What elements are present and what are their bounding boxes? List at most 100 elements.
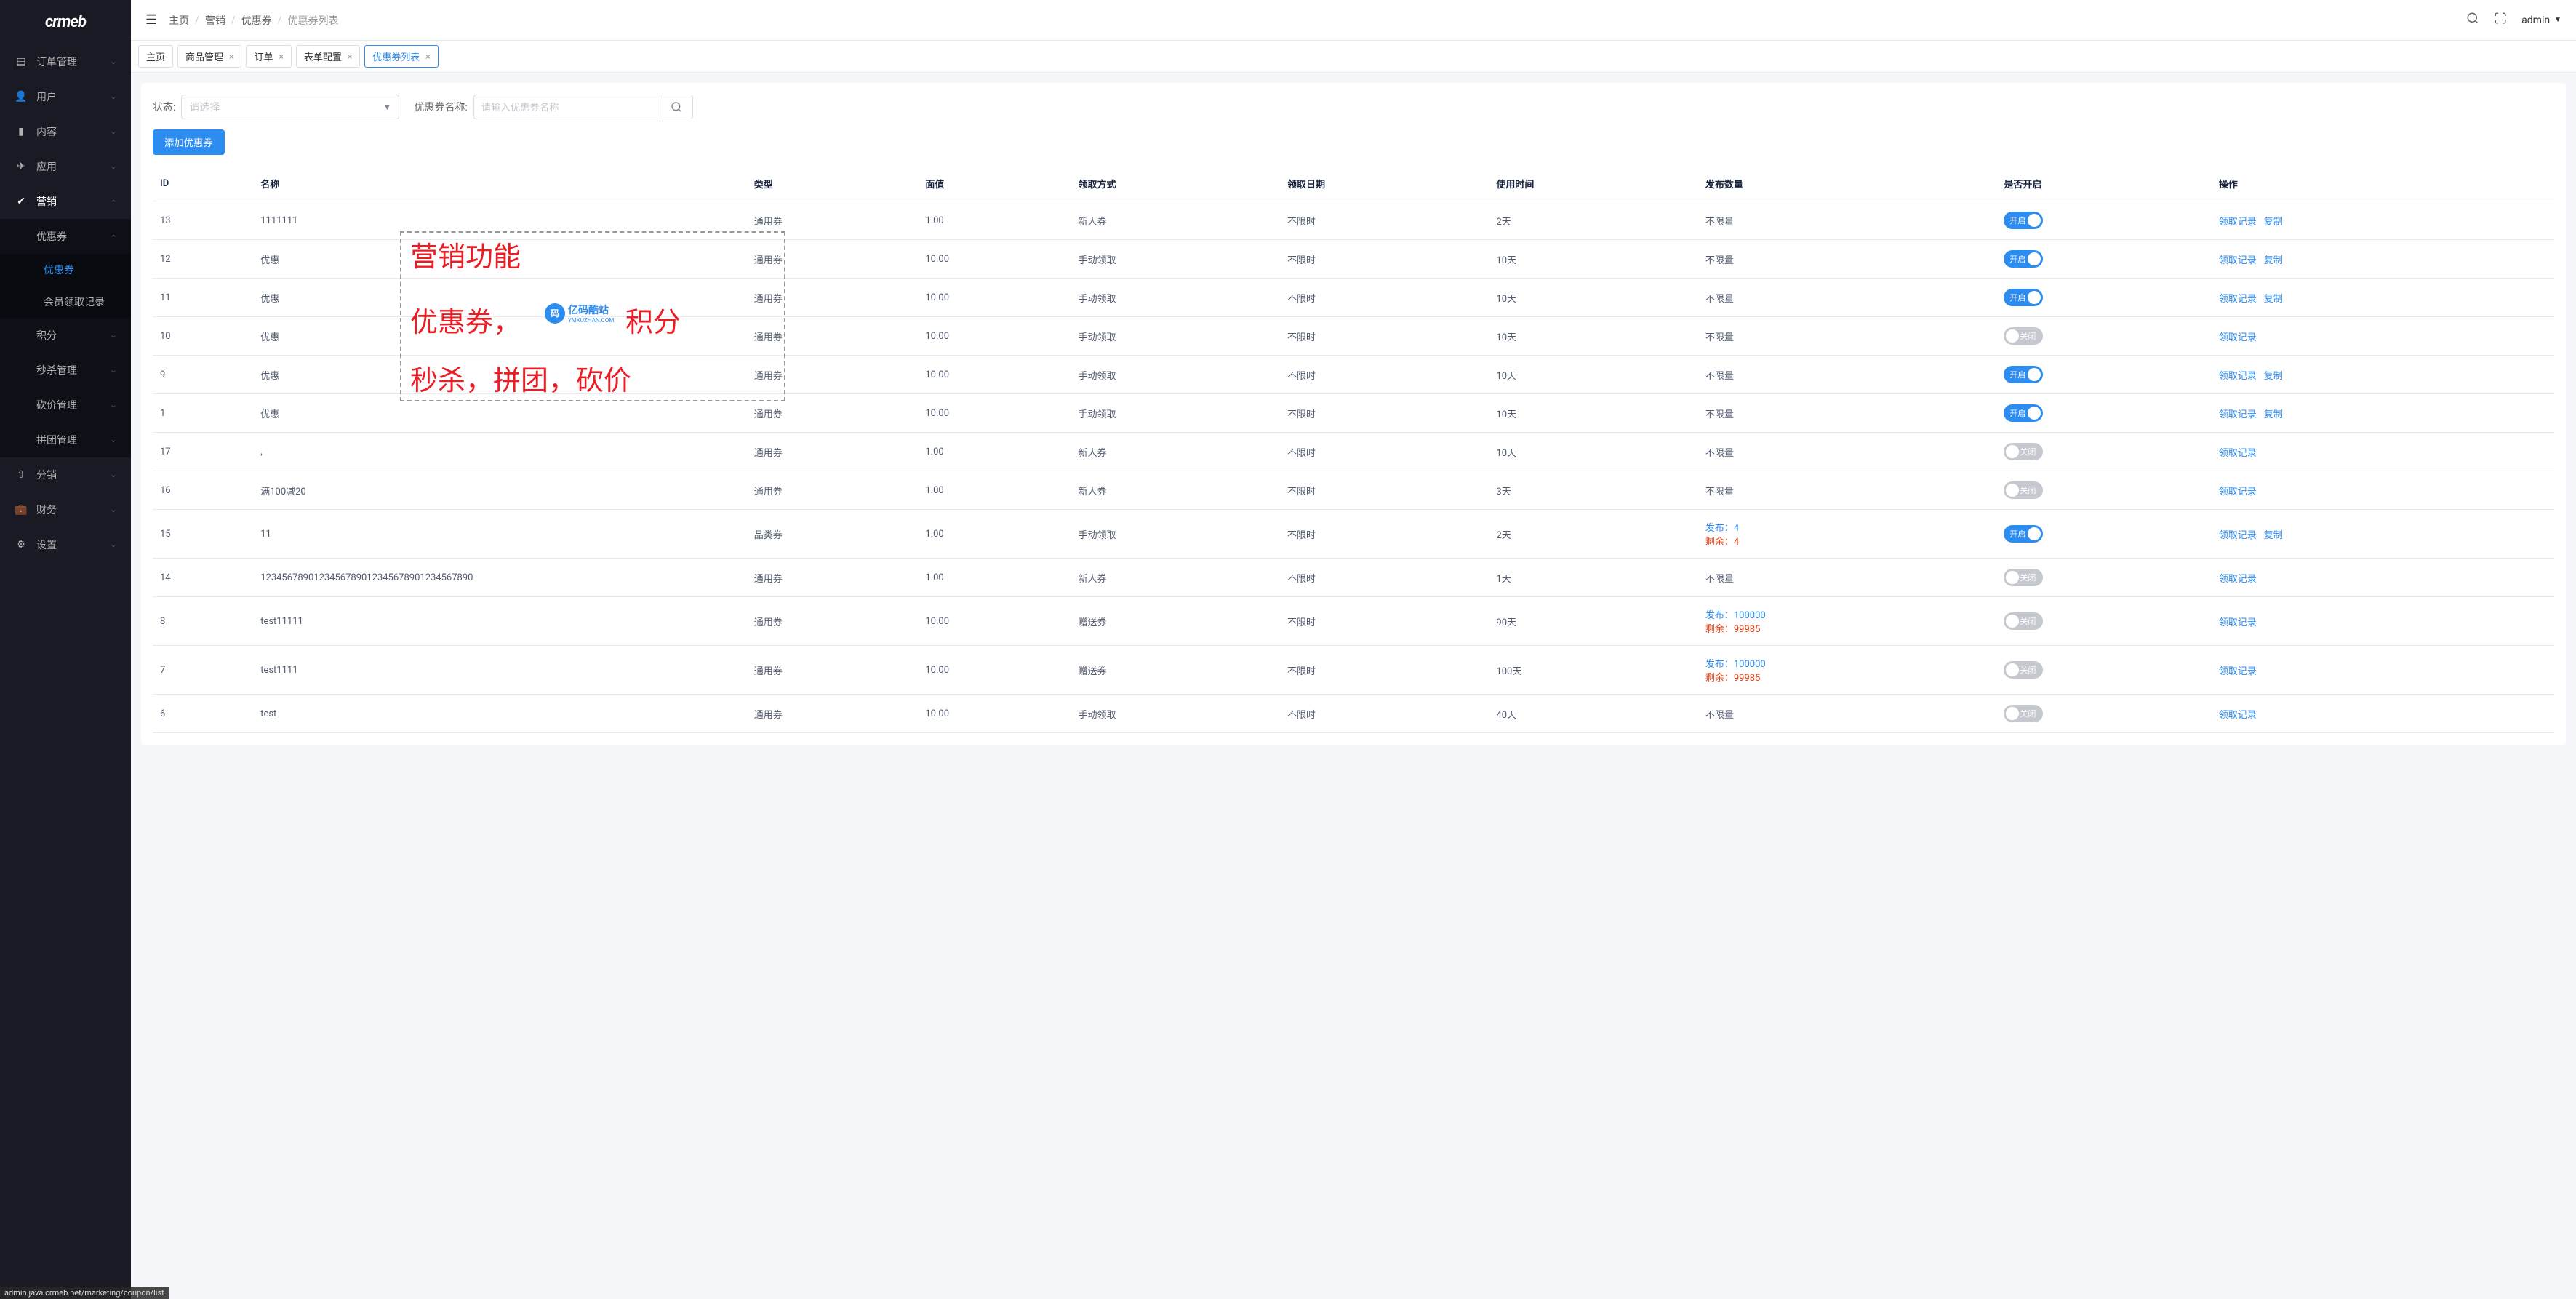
switch-cell: 开启 — [1996, 394, 2211, 433]
table-cell: 10天 — [1489, 433, 1697, 471]
sidebar-subitem[interactable]: 积分⌄ — [0, 318, 131, 353]
table-cell: 赠送券 — [1071, 646, 1280, 695]
copy-link[interactable]: 复制 — [2264, 294, 2283, 305]
breadcrumb-item[interactable]: 营销 — [205, 13, 225, 28]
close-icon[interactable]: × — [348, 52, 352, 62]
sidebar-sub-subitem[interactable]: 优惠券 — [0, 254, 131, 286]
record-link[interactable]: 领取记录 — [2219, 617, 2257, 628]
column-header: 领取日期 — [1280, 167, 1489, 201]
table-cell: 9 — [153, 356, 253, 394]
copy-link[interactable]: 复制 — [2264, 530, 2283, 541]
enable-switch[interactable]: 开启 — [2004, 404, 2043, 422]
record-link[interactable]: 领取记录 — [2219, 448, 2257, 459]
record-link[interactable]: 领取记录 — [2219, 710, 2257, 721]
close-icon[interactable]: × — [279, 52, 283, 62]
record-link[interactable]: 领取记录 — [2219, 294, 2257, 305]
copy-link[interactable]: 复制 — [2264, 371, 2283, 382]
table-cell: 手动领取 — [1071, 695, 1280, 733]
record-link[interactable]: 领取记录 — [2219, 217, 2257, 228]
enable-switch[interactable]: 关闭 — [2004, 569, 2043, 586]
sidebar-subitem[interactable]: 秒杀管理⌄ — [0, 353, 131, 388]
enable-switch[interactable]: 关闭 — [2004, 481, 2043, 499]
close-icon[interactable]: × — [229, 52, 233, 62]
copy-link[interactable]: 复制 — [2264, 409, 2283, 420]
table-row: 131111111通用券1.00新人券不限时2天不限量开启领取记录复制 — [153, 201, 2554, 240]
sidebar-item[interactable]: 👤用户⌄ — [0, 79, 131, 114]
enable-switch[interactable]: 关闭 — [2004, 443, 2043, 460]
table-cell: 不限时 — [1280, 317, 1489, 356]
sidebar-item[interactable]: ✔营销⌄ — [0, 184, 131, 219]
table-cell: test — [253, 695, 747, 733]
sidebar-item[interactable]: 💼财务⌄ — [0, 492, 131, 527]
record-link[interactable]: 领取记录 — [2219, 530, 2257, 541]
remain-count: 剩余：4 — [1705, 534, 1990, 548]
enable-switch[interactable]: 开启 — [2004, 525, 2043, 543]
record-link[interactable]: 领取记录 — [2219, 332, 2257, 343]
tab[interactable]: 订单× — [246, 45, 291, 68]
tab[interactable]: 商品管理 × — [177, 45, 241, 68]
hamburger-icon[interactable]: ☰ — [145, 12, 157, 28]
sidebar-item[interactable]: ▮内容⌄ — [0, 114, 131, 149]
sidebar-item-label: 营销 — [36, 194, 111, 209]
user-menu[interactable]: admin ▼ — [2521, 15, 2561, 26]
enable-switch[interactable]: 关闭 — [2004, 661, 2043, 679]
tab-label: 商品管理 — [185, 49, 223, 63]
switch-cell: 开启 — [1996, 279, 2211, 317]
close-icon[interactable]: × — [425, 52, 430, 62]
name-input[interactable] — [473, 95, 660, 119]
record-link[interactable]: 领取记录 — [2219, 255, 2257, 266]
table-row: 7test1111通用券10.00赠送券不限时100天发布：100000剩余：9… — [153, 646, 2554, 695]
sidebar-item[interactable]: ⚙设置⌄ — [0, 527, 131, 562]
record-link[interactable]: 领取记录 — [2219, 409, 2257, 420]
table-cell: 13 — [153, 201, 253, 240]
breadcrumb-item[interactable]: 主页 — [169, 13, 189, 28]
sidebar-subitem[interactable]: 优惠券⌄ — [0, 219, 131, 254]
enable-switch[interactable]: 开启 — [2004, 366, 2043, 383]
breadcrumb-item[interactable]: 优惠券 — [241, 13, 272, 28]
sidebar-subitem[interactable]: 砍价管理⌄ — [0, 388, 131, 423]
table-cell: 手动领取 — [1071, 356, 1280, 394]
record-link[interactable]: 领取记录 — [2219, 371, 2257, 382]
operation-cell: 领取记录 — [2212, 646, 2554, 695]
table-cell: 不限时 — [1280, 279, 1489, 317]
table-cell: 通用券 — [747, 597, 919, 646]
table-cell: 12 — [153, 240, 253, 279]
fullscreen-icon[interactable] — [2494, 12, 2507, 28]
enable-switch[interactable]: 开启 — [2004, 250, 2043, 268]
check-icon: ✔ — [15, 196, 28, 207]
sidebar-sub-subitem[interactable]: 会员领取记录 — [0, 286, 131, 318]
table-cell: 1.00 — [918, 510, 1071, 559]
tab[interactable]: 优惠券列表× — [364, 45, 438, 68]
table-cell: 10天 — [1489, 240, 1697, 279]
tab[interactable]: 表单配置× — [296, 45, 360, 68]
search-icon[interactable] — [2466, 12, 2479, 28]
table-cell: 40天 — [1489, 695, 1697, 733]
tab[interactable]: 主页 — [138, 45, 173, 68]
record-link[interactable]: 领取记录 — [2219, 666, 2257, 677]
switch-cell: 开启 — [1996, 240, 2211, 279]
table-cell: 1111111 — [253, 201, 747, 240]
sidebar-item[interactable]: ▤订单管理⌄ — [0, 44, 131, 79]
sidebar-item[interactable]: ⇧分销⌄ — [0, 457, 131, 492]
enable-switch[interactable]: 开启 — [2004, 289, 2043, 306]
copy-link[interactable]: 复制 — [2264, 217, 2283, 228]
add-coupon-button[interactable]: 添加优惠券 — [153, 129, 225, 155]
sidebar-subitem[interactable]: 拼团管理⌄ — [0, 423, 131, 457]
column-header: 操作 — [2212, 167, 2554, 201]
chevron-down-icon: ⌄ — [111, 506, 116, 514]
enable-switch[interactable]: 关闭 — [2004, 327, 2043, 345]
record-link[interactable]: 领取记录 — [2219, 487, 2257, 497]
switch-knob — [2028, 527, 2041, 540]
list-icon: ▤ — [15, 56, 28, 68]
status-select[interactable]: 请选择 ▼ — [181, 95, 399, 119]
sidebar-item[interactable]: ✈应用⌄ — [0, 149, 131, 184]
chevron-down-icon: ⌄ — [111, 401, 116, 409]
enable-switch[interactable]: 关闭 — [2004, 612, 2043, 630]
enable-switch[interactable]: 开启 — [2004, 212, 2043, 229]
table-cell: 17 — [153, 433, 253, 471]
copy-link[interactable]: 复制 — [2264, 255, 2283, 266]
enable-switch[interactable]: 关闭 — [2004, 705, 2043, 722]
switch-label: 开启 — [2009, 292, 2025, 303]
record-link[interactable]: 领取记录 — [2219, 574, 2257, 585]
search-button[interactable] — [660, 95, 693, 119]
